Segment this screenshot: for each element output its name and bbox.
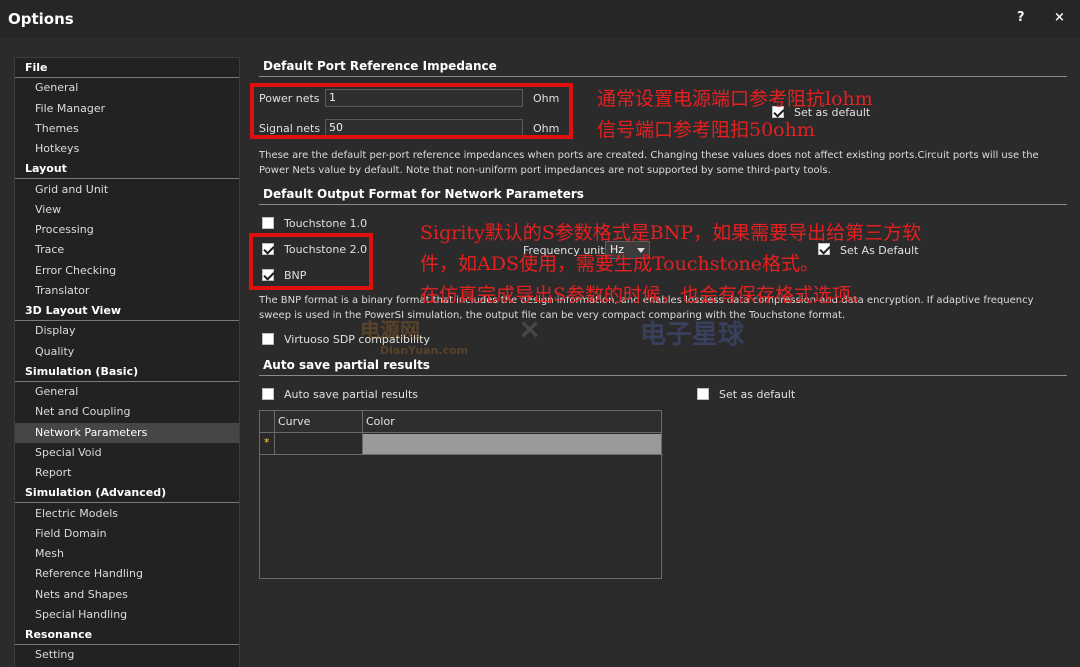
impedance-section-header: Default Port Reference Impedance [259,58,1067,77]
close-button[interactable]: × [1054,10,1065,25]
sidebar-item[interactable]: Setting [15,645,239,665]
sidebar-category: 3D Layout View [15,301,239,321]
sidebar-item[interactable]: General [15,78,239,98]
impedance-heading: Default Port Reference Impedance [263,59,497,73]
sidebar-item[interactable]: Grid and Unit [15,180,239,200]
autosave-section-header: Auto save partial results [259,357,1067,376]
grid-divider [274,411,275,455]
sidebar-item[interactable]: View [15,200,239,220]
autosave-set-default-label: Set as default [719,388,796,401]
autosave-set-default-checkbox[interactable] [697,388,709,400]
help-button[interactable]: ? [1017,10,1025,25]
sidebar-category: Simulation (Advanced) [15,483,239,504]
sidebar-category: Layout [15,159,239,180]
options-tree: File General File Manager Themes Hotkeys Layo… [14,57,240,667]
sidebar-item[interactable]: Hotkeys [15,139,239,159]
sidebar-category: Simulation (Basic) [15,362,239,382]
autosave-label: Auto save partial results [284,388,419,401]
watermark-separator: × [518,312,542,345]
sidebar-item[interactable]: Error Checking [15,261,239,281]
color-cell[interactable] [363,434,661,454]
new-row-marker: * [264,436,270,449]
watermark-left-sub: DianYuan.com [380,344,469,357]
sidebar-item[interactable]: Trace [15,240,239,260]
sidebar-item[interactable]: Nets and Shapes [15,585,239,605]
sidebar-item[interactable]: Display [15,321,239,341]
impedance-note-line2: 信号端口参考阻抇50ohm [597,119,815,141]
impedance-note-line1: 通常设置电源端口参考阻抗lohm [597,88,873,110]
watermark-left: 电源网 [360,318,420,342]
sidebar-category: File [15,58,239,78]
sidebar-item[interactable]: Report [15,463,239,483]
window-title: Options [8,10,74,28]
sidebar-item[interactable]: Processing [15,220,239,240]
grid-corner [260,411,275,433]
touchstone1-label: Touchstone 1.0 [284,217,368,230]
output-format-section-header: Default Output Format for Network Parame… [259,186,1067,205]
curve-column-header[interactable]: Curve [275,411,362,433]
impedance-description: These are the default per-port reference… [259,150,1039,176]
format-note-line3: 在仿真完成导出S参数的时候，也会有保存格式选项。 [420,284,871,306]
sidebar-item[interactable]: Special Handling [15,605,239,625]
sidebar-item[interactable]: Special Void [15,443,239,463]
watermark-right: 电子星球 [640,320,745,350]
sidebar-item[interactable]: Themes [15,119,239,139]
virtuoso-sdp-checkbox[interactable] [262,333,274,345]
sidebar-category: Resonance [15,625,239,645]
output-format-heading: Default Output Format for Network Parame… [263,187,584,201]
sidebar-item[interactable]: Mesh [15,544,239,564]
title-bar: Options ? × [0,0,1080,38]
format-note-line1: Sigrity默认的S参数格式是BNP，如果需要导出给第三方软 [420,222,922,244]
autosave-checkbox[interactable] [262,388,274,400]
sidebar-item[interactable]: Net and Coupling [15,402,239,422]
autosave-heading: Auto save partial results [263,358,430,372]
grid-row-line [260,454,663,455]
sidebar-item[interactable]: General [15,382,239,402]
touchstone1-checkbox[interactable] [262,217,274,229]
format-note-line2: 件，如ADS使用，需要生成Touchstone格式。 [420,253,820,275]
impedance-highlight-box [250,83,573,139]
sidebar-item[interactable]: Quality [15,342,239,362]
color-column-header[interactable]: Color [363,411,661,433]
sidebar-item[interactable]: Translator [15,281,239,301]
sidebar-item[interactable]: Reference Handling [15,564,239,584]
sidebar-item[interactable]: Network Parameters [15,422,239,443]
curve-color-grid[interactable]: Curve Color * [259,410,663,579]
sidebar-item[interactable]: Electric Models [15,504,239,524]
sidebar-item[interactable]: File Manager [15,99,239,119]
sidebar-item[interactable]: Field Domain [15,524,239,544]
format-highlight-box [249,233,373,290]
